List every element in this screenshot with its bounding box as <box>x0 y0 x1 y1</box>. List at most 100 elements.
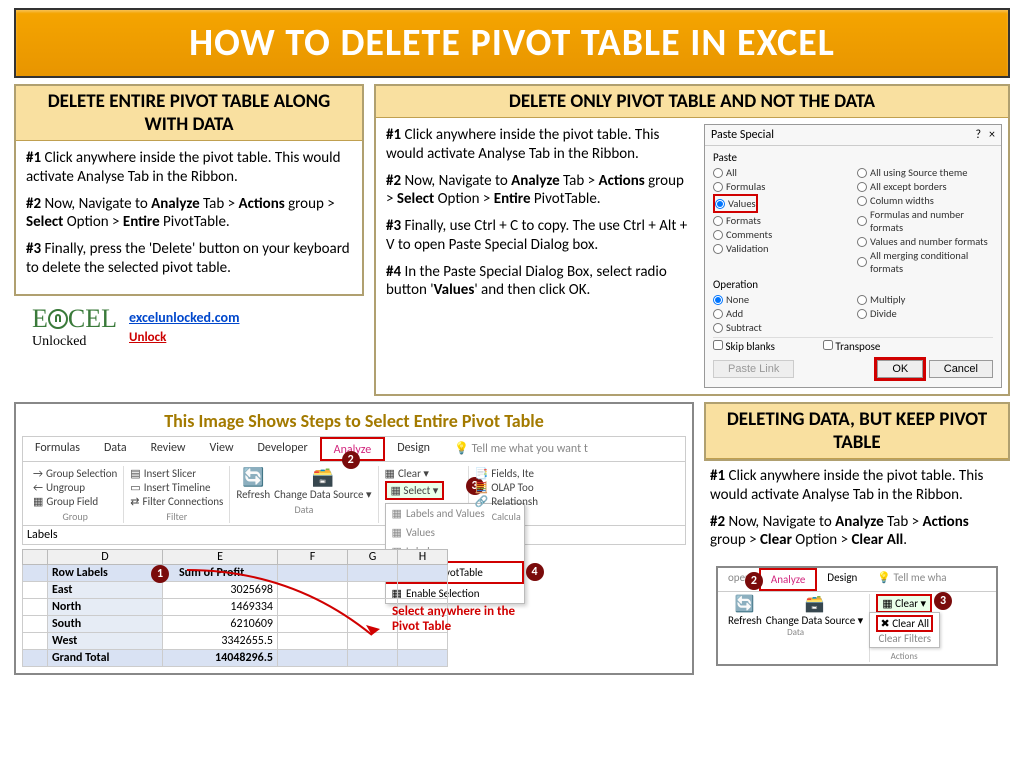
t: Now, Navigate to <box>725 513 835 531</box>
t: Now, Navigate to <box>41 195 151 213</box>
t: Select <box>397 190 434 208</box>
check-skip-blanks[interactable]: Skip blanks <box>713 340 775 353</box>
cmd-refresh[interactable]: 🔄Refresh <box>236 466 270 501</box>
t: Formats <box>726 214 761 227</box>
t: All merging conditional formats <box>870 249 993 275</box>
check-transpose[interactable]: Transpose <box>823 340 881 353</box>
radio-values[interactable]: Values <box>715 197 756 210</box>
paste-link-button[interactable]: Paste Link <box>713 360 794 378</box>
radio-add[interactable]: Add <box>713 307 849 320</box>
col-header[interactable]: G <box>348 550 398 565</box>
tab-view[interactable]: View <box>197 437 245 461</box>
radio-except-borders[interactable]: All except borders <box>857 180 993 193</box>
t: CEL <box>68 304 117 333</box>
step-num: #1 <box>386 126 401 144</box>
clear-dropdown: ✖ Clear All Clear Filters <box>869 612 940 648</box>
radio-subtract[interactable]: Subtract <box>713 321 849 334</box>
cmd-select[interactable]: ▦ Select ▾ <box>385 481 445 500</box>
brand-block: ECEL Unlocked excelunlocked.com Unlock <box>32 304 350 350</box>
col-header[interactable]: D <box>48 550 163 565</box>
close-icon[interactable]: × <box>989 128 995 142</box>
section-delete-keep-data: DELETE ONLY PIVOT TABLE AND NOT THE DATA… <box>374 84 1010 396</box>
cell[interactable]: 14048296.5 <box>163 650 278 667</box>
t: Actions <box>922 513 968 531</box>
t: Values and number formats <box>870 235 988 248</box>
radio-values-numfmt[interactable]: Values and number formats <box>857 235 993 248</box>
cmd-group-field[interactable]: ▦ Group Field <box>33 495 117 508</box>
tell-me[interactable]: 💡 Tell me what you want t <box>442 437 600 461</box>
cell[interactable]: 1469334 <box>163 599 278 616</box>
t: Analyze <box>151 195 199 213</box>
t: Clear Filters <box>878 632 931 645</box>
radio-validation[interactable]: Validation <box>713 242 849 255</box>
cmd-clear[interactable]: ▦ Clear ▾ <box>876 594 932 613</box>
radio-formulas[interactable]: Formulas <box>713 180 849 193</box>
col-header[interactable]: F <box>278 550 348 565</box>
radio-merge-cond[interactable]: All merging conditional formats <box>857 249 993 275</box>
t: Actions <box>238 195 284 213</box>
t: Subtract <box>726 321 762 334</box>
tab-design[interactable]: Design <box>817 568 867 591</box>
tab-analyze[interactable]: Analyze2 <box>759 568 817 591</box>
col-header[interactable]: H <box>398 550 448 565</box>
tab-formulas[interactable]: Formulas <box>23 437 92 461</box>
ribbon-example-panel: This Image Shows Steps to Select Entire … <box>14 402 694 675</box>
radio-all[interactable]: All <box>713 166 849 179</box>
cmd-change-source[interactable]: 🗃️Change Data Source ▾ <box>766 594 863 627</box>
radio-formats[interactable]: Formats <box>713 214 849 227</box>
dd-clear-all[interactable]: ✖ Clear All <box>876 615 933 632</box>
cmd-fields-items[interactable]: 📑 Fields, Ite <box>475 467 538 480</box>
radio-multiply[interactable]: Multiply <box>857 293 993 306</box>
tab-analyze[interactable]: Analyze2 <box>320 437 386 461</box>
cmd-olap[interactable]: 🧮 OLAP Too <box>475 481 538 494</box>
cmd-change-source[interactable]: 🗃️Change Data Source ▾ <box>274 466 371 501</box>
cell[interactable]: East <box>48 582 163 599</box>
tab-developer[interactable]: Developer <box>246 437 320 461</box>
cmd-ungroup[interactable]: ← Ungroup <box>33 481 117 494</box>
section-delete-data-keep-pt: DELETING DATA, BUT KEEP PIVOT TABLE #1 C… <box>704 402 1010 675</box>
t: Values <box>728 197 756 210</box>
cell[interactable]: Grand Total <box>48 650 163 667</box>
t: Tab > <box>884 513 923 531</box>
t: PivotTable. <box>160 213 230 231</box>
cmd-group-selection[interactable]: → Group Selection <box>33 467 117 480</box>
cell[interactable]: West <box>48 633 163 650</box>
dd-values[interactable]: ▦ Values <box>386 523 524 542</box>
brand-link[interactable]: excelunlocked.com <box>129 309 239 326</box>
cmd-relationships[interactable]: 🔗 Relationsh <box>475 495 538 508</box>
t: Formulas <box>726 180 765 193</box>
dd-clear-filters[interactable]: Clear Filters <box>876 632 933 645</box>
help-icon[interactable]: ? <box>975 128 981 142</box>
t: PivotTable. <box>531 190 601 208</box>
cell[interactable]: North <box>48 599 163 616</box>
brand-sublink[interactable]: Unlock <box>129 330 166 345</box>
cell[interactable]: Sum of Profit <box>167 566 244 580</box>
step-text: Click anywhere inside the pivot table. T… <box>26 149 341 186</box>
cmd-refresh[interactable]: 🔄Refresh <box>728 594 762 627</box>
radio-col-widths[interactable]: Column widths <box>857 194 993 207</box>
cancel-button[interactable]: Cancel <box>929 360 993 378</box>
cmd-insert-slicer[interactable]: ▤ Insert Slicer <box>130 467 223 480</box>
cell[interactable]: Row Labels <box>48 565 163 582</box>
tab-review[interactable]: Review <box>139 437 198 461</box>
t: Multiply <box>870 293 905 306</box>
cell[interactable]: South <box>48 616 163 633</box>
radio-formulas-numfmt[interactable]: Formulas and number formats <box>857 208 993 234</box>
cmd-clear[interactable]: ▦ Clear ▾ <box>385 467 462 480</box>
image-caption: This Image Shows Steps to Select Entire … <box>22 410 686 432</box>
radio-source-theme[interactable]: All using Source theme <box>857 166 993 179</box>
t: Clear ▾ <box>398 467 429 480</box>
tab-data[interactable]: Data <box>92 437 139 461</box>
tab-design[interactable]: Design <box>385 437 442 461</box>
radio-none[interactable]: None <box>713 293 849 306</box>
name-box[interactable]: Labels <box>22 526 686 545</box>
col-header[interactable]: E <box>163 550 278 565</box>
cell[interactable]: 3025698 <box>163 582 278 599</box>
cmd-filter-connections[interactable]: ⇄ Filter Connections <box>130 495 223 508</box>
radio-divide[interactable]: Divide <box>857 307 993 320</box>
cell[interactable]: 3342655.5 <box>163 633 278 650</box>
cell[interactable]: 6210609 <box>163 616 278 633</box>
ok-button[interactable]: OK <box>877 360 923 378</box>
radio-comments[interactable]: Comments <box>713 228 849 241</box>
cmd-insert-timeline[interactable]: ▭ Insert Timeline <box>130 481 223 494</box>
